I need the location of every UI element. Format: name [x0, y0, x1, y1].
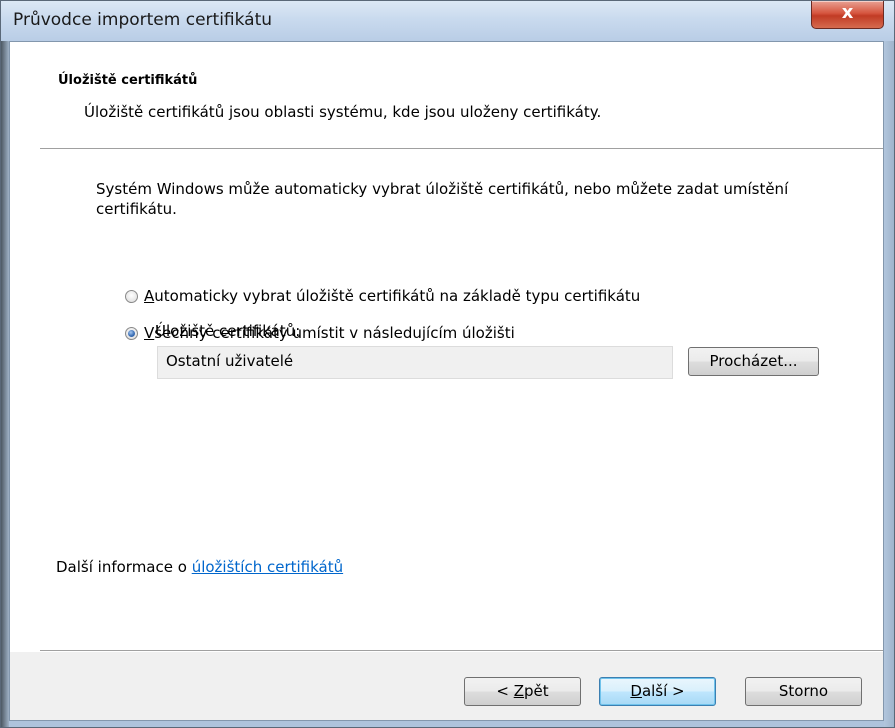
- certificate-import-wizard-window: Průvodce importem certifikátu x Úložiště…: [0, 0, 895, 728]
- close-icon: x: [841, 2, 854, 23]
- page-subtitle: Úložiště certifikátů jsou oblasti systém…: [84, 103, 602, 121]
- browse-button[interactable]: Procházet...: [688, 347, 819, 376]
- close-button[interactable]: x: [811, 1, 884, 29]
- page-title: Úložiště certifikátů: [58, 73, 198, 88]
- radio-button-unchecked[interactable]: [125, 289, 138, 303]
- radio-auto-select-store[interactable]: Automaticky vybrat úložiště certifikátů …: [125, 286, 640, 306]
- wizard-header: Úložiště certifikátů Úložiště certifikát…: [10, 42, 883, 146]
- window-title: Průvodce importem certifikátu: [13, 10, 273, 30]
- radio-auto-label: Automaticky vybrat úložiště certifikátů …: [144, 287, 641, 305]
- certificate-stores-link[interactable]: úložištích certifikátů: [192, 558, 343, 576]
- title-bar[interactable]: Průvodce importem certifikátu x: [1, 1, 894, 41]
- cancel-button[interactable]: Storno: [745, 677, 862, 706]
- certificate-store-field: Ostatní uživatelé: [157, 346, 673, 379]
- window-left-border: [1, 41, 9, 727]
- certificate-store-label: Úložiště certifikátů:: [155, 322, 301, 340]
- description-text: Systém Windows může automaticky vybrat ú…: [96, 180, 789, 218]
- wizard-client-area: Úložiště certifikátů Úložiště certifikát…: [9, 41, 884, 721]
- next-button[interactable]: Další >: [599, 677, 716, 706]
- more-info-text: Další informace o úložištích certifikátů: [56, 558, 344, 576]
- window-right-border: [884, 41, 894, 727]
- back-button[interactable]: < Zpět: [464, 677, 581, 706]
- radio-button-checked[interactable]: [125, 326, 138, 340]
